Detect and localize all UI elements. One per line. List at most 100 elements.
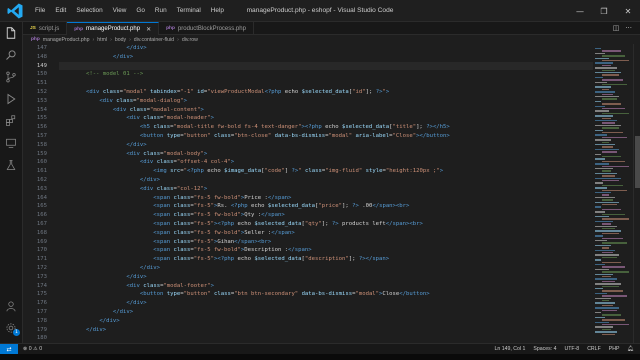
breadcrumb-item[interactable]: div.container-fluid bbox=[134, 37, 174, 43]
breadcrumb-item[interactable]: body bbox=[115, 37, 126, 43]
line-number: 154 bbox=[36, 106, 47, 113]
minimize-button[interactable]: — bbox=[568, 0, 592, 22]
maximize-button[interactable]: ❐ bbox=[592, 0, 616, 22]
minimap-line bbox=[602, 98, 617, 100]
code-line[interactable]: <div class="modal-footer"> bbox=[59, 282, 593, 291]
code-line[interactable]: </div> bbox=[59, 308, 593, 317]
code-line[interactable]: <span class="fs-5">Rs. <?php echo $selec… bbox=[59, 202, 593, 211]
minimap-line bbox=[602, 237, 623, 239]
code-line[interactable]: <div class="modal-header"> bbox=[59, 114, 593, 123]
minimap-line bbox=[595, 273, 613, 275]
line-number: 171 bbox=[36, 256, 47, 263]
close-window-button[interactable]: ✕ bbox=[616, 0, 640, 22]
code-line[interactable]: <span class="fs-5"><?php echo $selected_… bbox=[59, 255, 593, 264]
source-control-icon[interactable] bbox=[0, 66, 22, 88]
minimap-line bbox=[602, 295, 627, 297]
code-line[interactable]: <h5 class="modal-title fw-bold fs-4 text… bbox=[59, 123, 593, 132]
split-editor-icon[interactable]: ◫ bbox=[613, 24, 620, 32]
code-line[interactable]: </div> bbox=[59, 273, 593, 282]
code-line[interactable]: <span class="fs-5 fw-bold">Description :… bbox=[59, 246, 593, 255]
code-line[interactable]: <div class="modal-body"> bbox=[59, 150, 593, 159]
menu-selection[interactable]: Selection bbox=[71, 0, 107, 22]
run-debug-icon[interactable] bbox=[0, 88, 22, 110]
scrollbar-thumb[interactable] bbox=[635, 136, 640, 188]
code-line[interactable] bbox=[59, 79, 593, 88]
cursor-position[interactable]: Ln 149, Col 1 bbox=[495, 346, 526, 352]
code-line[interactable]: <img src="<?php echo $image_data["code"]… bbox=[59, 167, 593, 176]
code-line[interactable]: </div> bbox=[59, 176, 593, 185]
code-editor[interactable]: 147 148 149 150 151 152 153 154 155 156 … bbox=[23, 44, 593, 343]
testing-icon[interactable] bbox=[0, 154, 22, 176]
tab-script-js[interactable]: JS script.js bbox=[23, 22, 68, 35]
code-line[interactable]: <span class="fs-5">Gihan</span><br> bbox=[59, 238, 593, 247]
code-line[interactable]: </div> bbox=[59, 264, 593, 273]
tab-manage-product-php[interactable]: php manageProduct.php ✕ bbox=[67, 22, 160, 35]
code-line[interactable]: </div> bbox=[59, 317, 593, 326]
language-mode[interactable]: PHP bbox=[609, 346, 620, 352]
line-number: 155 bbox=[36, 115, 47, 122]
php-file-icon: php bbox=[166, 26, 175, 31]
close-tab-icon[interactable]: ✕ bbox=[146, 26, 151, 33]
indentation[interactable]: Spaces: 4 bbox=[533, 346, 556, 352]
code-line[interactable]: </div> bbox=[59, 326, 593, 335]
minimap-line bbox=[595, 129, 603, 131]
errors-indicator[interactable]: ⊗ 0 ⚠ 0 bbox=[23, 346, 42, 352]
minimap-line bbox=[595, 153, 601, 155]
code-line[interactable]: <span class="fs-5 fw-bold">Price :</span… bbox=[59, 194, 593, 203]
search-icon[interactable] bbox=[0, 44, 22, 66]
line-number: 148 bbox=[36, 53, 47, 60]
code-line[interactable]: </div> bbox=[59, 299, 593, 308]
code-line[interactable] bbox=[59, 334, 593, 343]
code-line[interactable]: <button type="button" class="btn btn-sec… bbox=[59, 290, 593, 299]
code-line[interactable]: <div class="offset-4 col-4"> bbox=[59, 158, 593, 167]
breadcrumb-item[interactable]: manageProduct.php bbox=[43, 37, 90, 43]
code-area[interactable]: </div> </div> <!-- model 01 --> <div cla… bbox=[59, 44, 593, 343]
settings-gear-icon[interactable]: 1 bbox=[0, 317, 22, 339]
code-line[interactable]: <div class="modal-content"> bbox=[59, 106, 593, 115]
encoding[interactable]: UTF-8 bbox=[564, 346, 579, 352]
code-line[interactable]: <div class="modal-dialog"> bbox=[59, 97, 593, 106]
minimap-line bbox=[602, 328, 611, 331]
explorer-icon[interactable] bbox=[0, 22, 22, 44]
menu-run[interactable]: Run bbox=[150, 0, 172, 22]
minimap-line bbox=[602, 74, 619, 76]
minimap-line bbox=[602, 84, 627, 86]
breadcrumb-item[interactable]: html bbox=[97, 37, 107, 43]
menu-edit[interactable]: Edit bbox=[50, 0, 71, 22]
end-of-line[interactable]: CRLF bbox=[587, 346, 601, 352]
code-line[interactable]: <span class="fs-5"><?php echo $selected_… bbox=[59, 220, 593, 229]
more-actions-icon[interactable]: ··· bbox=[625, 24, 632, 32]
remote-explorer-icon[interactable] bbox=[0, 132, 22, 154]
breadcrumb-item[interactable]: div.row bbox=[182, 37, 198, 43]
line-number: 174 bbox=[36, 282, 47, 289]
remote-indicator-icon[interactable]: ⇄ bbox=[0, 344, 18, 354]
code-line[interactable] bbox=[59, 61, 593, 71]
code-line[interactable]: <div class="modal" tabindex="-1" id="vie… bbox=[59, 88, 593, 97]
menu-terminal[interactable]: Terminal bbox=[172, 0, 206, 22]
activity-bar: 1 bbox=[0, 22, 23, 343]
code-line[interactable]: <div class="col-12"> bbox=[59, 185, 593, 194]
minimap-line bbox=[595, 316, 605, 319]
code-line[interactable]: <button type="button" class="btn-close" … bbox=[59, 132, 593, 141]
menu-view[interactable]: View bbox=[108, 0, 132, 22]
extensions-icon[interactable] bbox=[0, 110, 22, 132]
code-line[interactable]: <span class="fs-5 fw-bold">Qty :</span> bbox=[59, 211, 593, 220]
tab-product-block-process-php[interactable]: php productBlockProcess.php bbox=[159, 22, 254, 35]
code-line[interactable]: <!-- model 01 --> bbox=[59, 70, 593, 79]
code-line[interactable]: </div> bbox=[59, 141, 593, 150]
minimap-line bbox=[602, 266, 625, 268]
code-line[interactable]: <span class="fs-5 fw-bold">Seller :</spa… bbox=[59, 229, 593, 238]
minimap[interactable] bbox=[593, 44, 633, 343]
menu-help[interactable]: Help bbox=[206, 0, 229, 22]
notifications-bell-icon[interactable]: 🔔︎ bbox=[627, 346, 634, 352]
code-line[interactable]: </div> bbox=[59, 44, 593, 53]
minimap-line bbox=[595, 259, 601, 261]
code-line[interactable]: </div> bbox=[59, 53, 593, 62]
vertical-scrollbar[interactable] bbox=[633, 44, 640, 343]
error-count: 0 bbox=[28, 346, 32, 352]
account-icon[interactable] bbox=[0, 295, 22, 317]
menu-go[interactable]: Go bbox=[131, 0, 150, 22]
minimap-line bbox=[595, 283, 621, 285]
menu-file[interactable]: File bbox=[30, 0, 50, 22]
line-number: 158 bbox=[36, 141, 47, 148]
